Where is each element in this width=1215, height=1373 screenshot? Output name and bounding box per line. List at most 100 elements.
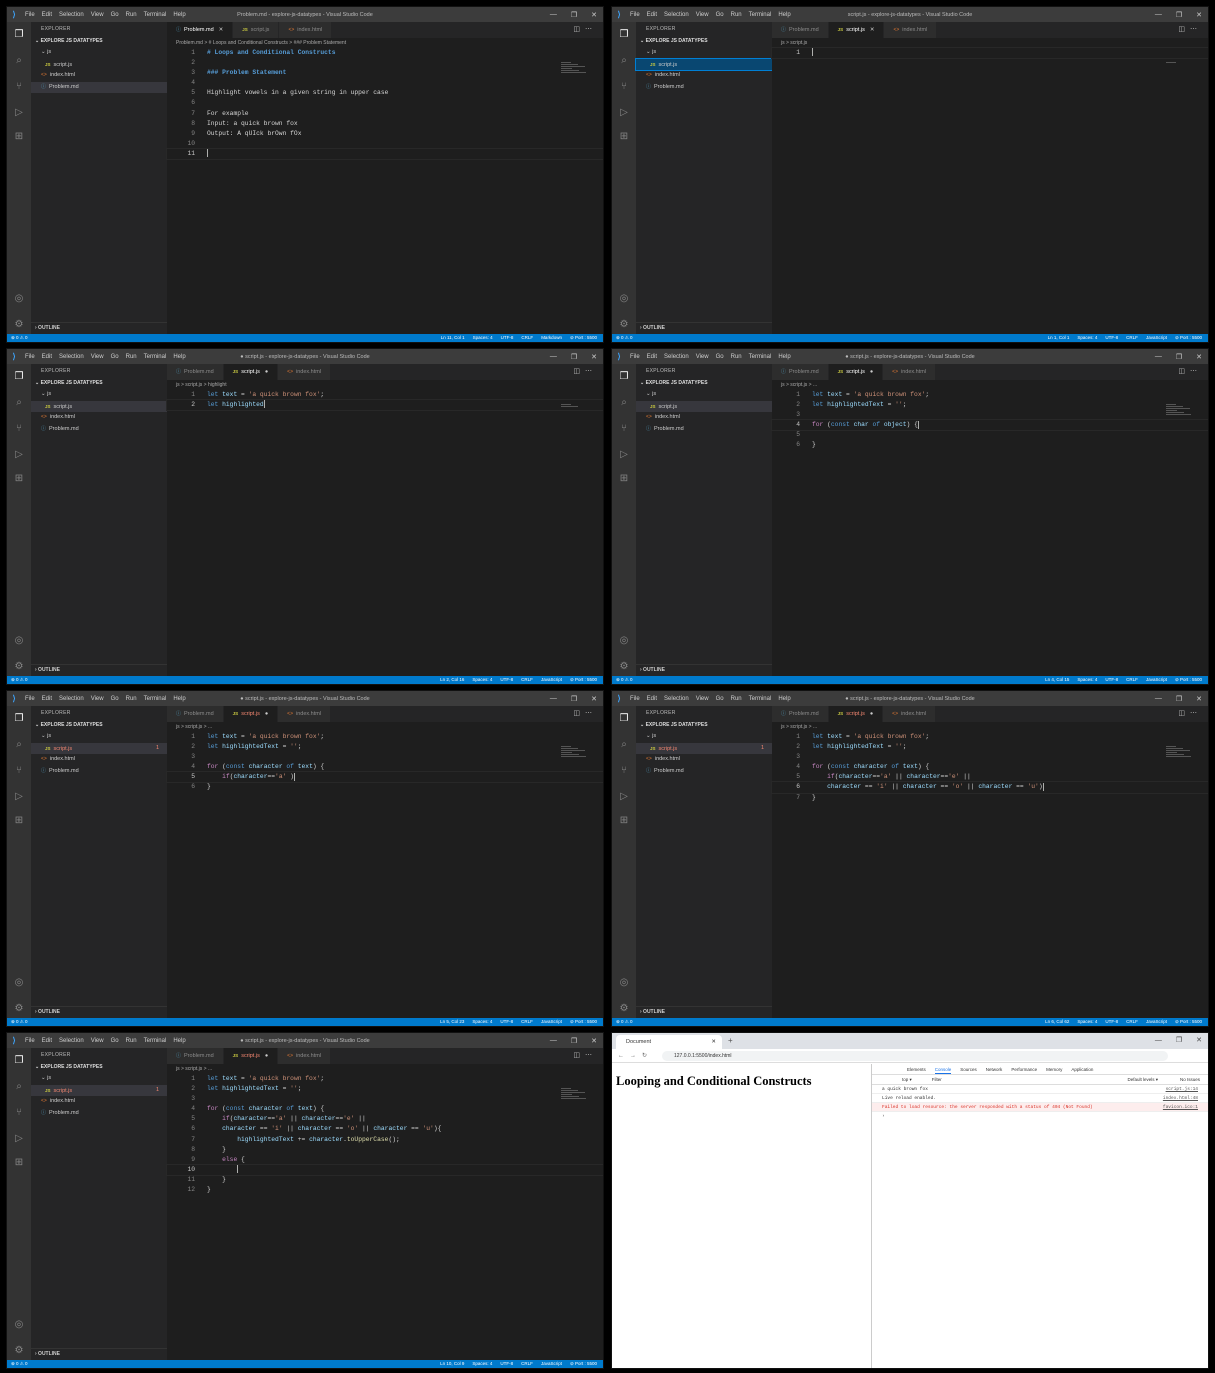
outline-section[interactable]: › OUTLINE [31,322,167,332]
search-icon[interactable]: ⌕ [617,396,631,410]
menu-item-view[interactable]: View [696,12,709,18]
tab-problem[interactable]: ⓘ Problem.md [167,1048,224,1064]
status-indent[interactable]: Spaces: 4 [472,1361,492,1367]
code-editor[interactable]: 1 let text = 'a quick brown fox'; 2 let hig… [166,732,603,793]
status-eol[interactable]: CRLF [521,677,533,683]
outline-section[interactable]: › OUTLINE [636,664,772,674]
status-problems[interactable]: ⊗ 0 ⚠ 0 [7,1361,28,1367]
project-folder[interactable]: ⌄ EXPLORE JS DATATYPES [31,1062,167,1073]
more-actions-icon[interactable]: ⋯ [585,26,597,33]
unsaved-dot-icon[interactable]: ● [870,369,873,375]
restore-icon[interactable]: ❐ [1176,353,1182,361]
file-Problem-md[interactable]: ⓘ Problem.md [31,424,167,436]
close-icon[interactable]: ✕ [591,11,597,19]
restore-icon[interactable]: ❐ [1176,11,1182,19]
account-icon[interactable]: ◎ [617,292,631,306]
console-source-link[interactable]: favicon.ico:1 [1163,1103,1198,1112]
status-position[interactable]: Ln 5, Col 23 [440,1019,464,1025]
close-icon[interactable]: ✕ [870,27,875,33]
menu-item-file[interactable]: File [630,354,640,360]
status-position[interactable]: Ln 11, Col 1 [441,335,465,341]
run-debug-icon[interactable]: ▷ [617,790,631,804]
split-editor-icon[interactable]: ◫ [1178,26,1190,33]
status-eol[interactable]: CRLF [521,1361,533,1367]
minimap[interactable] [561,746,597,760]
files-icon[interactable]: ❐ [617,28,631,42]
status-eol[interactable]: CRLF [521,335,533,341]
status-indent[interactable]: Spaces: 4 [1077,335,1097,341]
status-indent[interactable]: Spaces: 4 [1077,677,1097,683]
files-icon[interactable]: ❐ [12,28,26,42]
extensions-icon[interactable]: ⊞ [12,472,26,486]
menu-item-terminal[interactable]: Terminal [144,354,167,360]
tab-index[interactable]: <> index.html [278,1048,332,1064]
menu-item-view[interactable]: View [91,696,104,702]
status-problems[interactable]: ⊗ 0 ⚠ 0 [7,1019,28,1025]
search-icon[interactable]: ⌕ [12,396,26,410]
more-actions-icon[interactable]: ⋯ [585,368,597,375]
account-icon[interactable]: ◎ [12,1318,26,1332]
tab-close-icon[interactable]: ✕ [711,1035,716,1049]
menu-item-run[interactable]: Run [731,354,742,360]
tab-problem[interactable]: ⓘ Problem.md [167,706,224,722]
search-icon[interactable]: ⌕ [12,1080,26,1094]
status-port[interactable]: ⊘ Port : 5500 [1175,1019,1202,1025]
account-icon[interactable]: ◎ [617,976,631,990]
file-Problem-md[interactable]: ⓘ Problem.md [636,766,772,778]
run-debug-icon[interactable]: ▷ [617,106,631,120]
file-Problem-md[interactable]: ⓘ Problem.md [31,81,167,93]
more-actions-icon[interactable]: ⋯ [585,710,597,717]
project-folder[interactable]: ⌄ EXPLORE JS DATATYPES [31,36,167,47]
minimap[interactable] [1166,746,1202,760]
folder-js[interactable]: ⌄ js [31,1073,167,1085]
file-script-js[interactable]: JS script.js [31,59,167,71]
devtools-tab-network[interactable]: Network [986,1064,1003,1074]
gear-icon[interactable]: ⚙ [617,1002,631,1016]
close-icon[interactable]: ✕ [1196,11,1202,19]
minimize-icon[interactable]: — [550,353,557,361]
files-icon[interactable]: ❐ [12,1054,26,1068]
more-actions-icon[interactable]: ⋯ [1190,368,1202,375]
folder-js[interactable]: ⌄ js [31,389,167,401]
close-icon[interactable]: ✕ [591,1037,597,1045]
devtools-tab-elements[interactable]: Elements [907,1064,926,1074]
menu-item-go[interactable]: Go [716,12,724,18]
extensions-icon[interactable]: ⊞ [12,814,26,828]
run-debug-icon[interactable]: ▷ [617,448,631,462]
code-editor[interactable]: 1 [771,46,1208,60]
gear-icon[interactable]: ⚙ [12,1002,26,1016]
file-index-html[interactable]: <> index.html [31,70,167,82]
menu-item-help[interactable]: Help [778,354,790,360]
menu-item-help[interactable]: Help [173,1038,185,1044]
status-encoding[interactable]: UTF-8 [1105,335,1118,341]
status-port[interactable]: ⊘ Port : 5500 [1175,335,1202,341]
menu-item-run[interactable]: Run [126,1038,137,1044]
outline-section[interactable]: › OUTLINE [31,1006,167,1016]
files-icon[interactable]: ❐ [12,712,26,726]
outline-section[interactable]: › OUTLINE [636,322,772,332]
restore-icon[interactable]: ❐ [571,1037,577,1045]
tab-problem[interactable]: ⓘ Problem.md [772,364,829,380]
status-encoding[interactable]: UTF-8 [1105,677,1118,683]
split-editor-icon[interactable]: ◫ [1178,710,1190,717]
run-debug-icon[interactable]: ▷ [12,790,26,804]
menu-item-edit[interactable]: Edit [42,12,52,18]
tab-index[interactable]: <> index.html [279,22,333,38]
code-editor[interactable]: 1 # Loops and Conditional Constructs 2 3 ###… [166,48,603,161]
search-icon[interactable]: ⌕ [617,738,631,752]
tab-script[interactable]: JS script.js ● [223,706,279,722]
restore-icon[interactable]: ❐ [571,695,577,703]
devtools-tab-memory[interactable]: Memory [1046,1064,1062,1074]
status-language[interactable]: JavaScript [541,1361,562,1367]
tab-script[interactable]: JS script.js ● [828,706,884,722]
project-folder[interactable]: ⌄ EXPLORE JS DATATYPES [636,720,772,731]
file-script-js[interactable]: JS script.js [31,400,167,412]
menu-item-go[interactable]: Go [111,12,119,18]
menu-item-help[interactable]: Help [173,354,185,360]
close-icon[interactable]: ✕ [591,695,597,703]
menu-item-edit[interactable]: Edit [42,696,52,702]
code-editor[interactable]: 1 let text = 'a quick brown fox'; 2 let hig… [166,390,603,412]
files-icon[interactable]: ❐ [12,370,26,384]
devtools-tab-sources[interactable]: Sources [960,1064,977,1074]
close-icon[interactable]: ✕ [1196,353,1202,361]
